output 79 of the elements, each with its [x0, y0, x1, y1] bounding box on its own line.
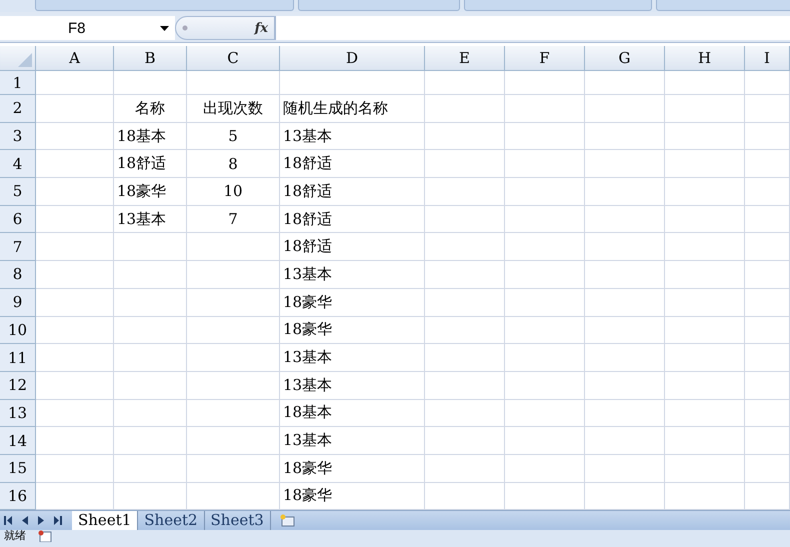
table-cell: 18豪华 [114, 178, 187, 206]
table-cell: 18基本 [280, 400, 425, 428]
table-cell [745, 316, 790, 344]
table-cell: 18舒适 [280, 206, 425, 234]
column-header[interactable]: C [187, 46, 280, 70]
table-cell [745, 344, 790, 372]
table-cell [745, 122, 790, 150]
table-cell: 18舒适 [280, 233, 425, 262]
column-header[interactable]: A [36, 46, 114, 70]
table-cell [745, 178, 790, 206]
table-cell: 18豪华 [280, 288, 425, 316]
row-header[interactable]: 16 [0, 482, 36, 510]
table-cell: 8 [187, 150, 280, 178]
row-header[interactable]: 5 [0, 178, 36, 206]
row-header[interactable]: 13 [0, 400, 36, 428]
table-cell: 出现次数 [187, 95, 280, 123]
row-header[interactable]: 10 [0, 316, 36, 344]
table-cell: 18基本 [114, 122, 187, 150]
row-header[interactable]: 7 [0, 233, 36, 262]
macro-record-icon[interactable] [38, 530, 52, 542]
table-cell: 18豪华 [280, 454, 425, 483]
sheet-tab[interactable]: Sheet1 [72, 511, 138, 530]
table-cell: 随机生成的名称 [280, 95, 425, 123]
table-cell: 18舒适 [114, 150, 187, 178]
column-header[interactable]: E [425, 46, 505, 70]
table-cell: 5 [187, 122, 280, 150]
table-cell: 13基本 [280, 372, 425, 400]
row-header[interactable]: 1 [0, 71, 36, 95]
function-field[interactable]: fx [175, 16, 275, 40]
table-cell [745, 427, 790, 455]
table-cell [745, 233, 790, 262]
column-header[interactable]: D [280, 46, 425, 70]
next-sheet-icon[interactable] [38, 516, 44, 526]
row-header[interactable]: 2 [0, 95, 36, 123]
row-header[interactable]: 4 [0, 150, 36, 178]
table-cell: 13基本 [280, 261, 425, 289]
column-header[interactable]: H [665, 46, 745, 70]
table-cell [745, 95, 790, 123]
formula-input[interactable] [275, 16, 790, 40]
table-cell [745, 206, 790, 234]
function-button[interactable]: fx [254, 20, 268, 36]
row-header[interactable]: 3 [0, 122, 36, 150]
table-cell: 13基本 [280, 122, 425, 150]
row-header[interactable]: 11 [0, 344, 36, 372]
table-cell [745, 288, 790, 316]
table-cell [745, 261, 790, 289]
row-header[interactable]: 9 [0, 288, 36, 316]
previous-sheet-icon[interactable] [22, 516, 28, 526]
dot-icon [182, 25, 188, 31]
column-header[interactable]: I [745, 46, 790, 70]
triangle-icon [18, 53, 32, 67]
table-cell: 13基本 [114, 206, 187, 234]
table-cell [745, 454, 790, 483]
table-cell: 18舒适 [280, 178, 425, 206]
name-box[interactable]: F8 [0, 16, 175, 40]
last-sheet-icon[interactable] [54, 516, 62, 526]
table-cell: 7 [187, 206, 280, 234]
caret-icon[interactable] [160, 26, 169, 30]
table-cell: 18豪华 [280, 316, 425, 344]
table-cell: 13基本 [280, 427, 425, 455]
column-header[interactable]: B [114, 46, 187, 70]
table-cell [745, 372, 790, 400]
table-cell: 10 [187, 178, 280, 206]
row-header[interactable]: 8 [0, 261, 36, 289]
first-sheet-icon[interactable] [4, 516, 12, 526]
row-header[interactable]: 12 [0, 372, 36, 400]
table-cell: 18舒适 [280, 150, 425, 178]
row-header[interactable]: 15 [0, 454, 36, 483]
column-header[interactable]: F [505, 46, 585, 70]
status-text: 就绪 [4, 530, 26, 542]
row-header[interactable]: 14 [0, 427, 36, 455]
table-cell [745, 400, 790, 428]
column-header[interactable]: G [585, 46, 665, 70]
new-sheet-icon [278, 514, 295, 528]
row-header[interactable]: 6 [0, 206, 36, 234]
table-cell: 名称 [114, 95, 187, 123]
table-cell [745, 71, 790, 95]
table-cell [745, 150, 790, 178]
table-cell: 13基本 [280, 344, 425, 372]
